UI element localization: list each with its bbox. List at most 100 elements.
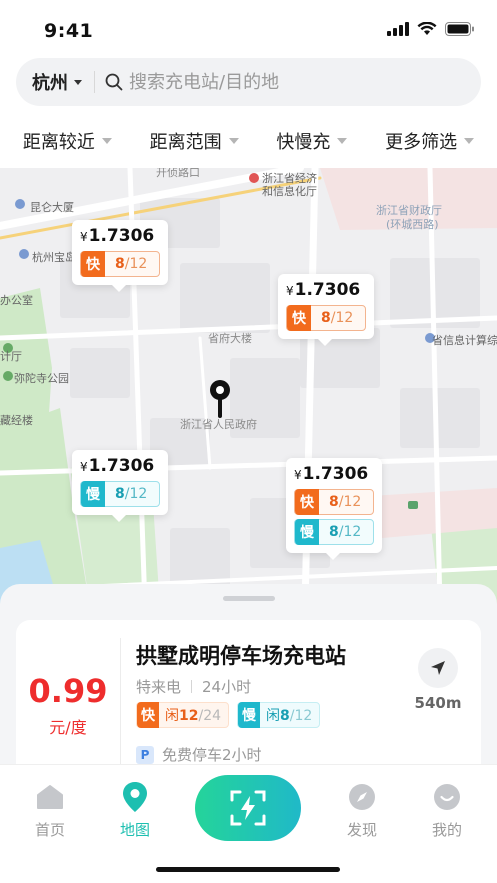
free-count: 8 [329,494,339,510]
slow-tag: 慢 [238,702,261,728]
price-value: 1.7306 [294,280,361,300]
filter-label: 快慢充 [276,132,331,153]
caret-down-icon [74,79,82,85]
map-label: 杭州宝岛 [32,251,76,264]
tab-discover[interactable]: 发现 [332,781,392,840]
filter-bar: 距离较近 距离范围 快慢充 更多筛选 [0,116,497,166]
tab-home[interactable]: 首页 [20,781,80,840]
wifi-icon [417,22,437,35]
total-count: /12 [289,708,313,724]
currency-symbol: ¥ [286,284,294,298]
price-value: 1.7306 [88,226,155,246]
search-field[interactable] [95,58,481,106]
parking-text: 免费停车2小时 [162,746,262,764]
filter-label: 距离范围 [149,132,222,153]
free-count: 8 [329,524,339,540]
slow-availability: 慢 闲8/12 [237,702,321,728]
navigate-button[interactable] [418,648,458,688]
slow-charger-chip: 慢 8/12 [294,519,374,545]
map-pin-icon [123,782,147,812]
station-name: 拱墅成明停车场充电站 [136,644,346,668]
search-icon [105,73,123,91]
price-value: 1.7306 [88,456,155,476]
fast-charger-chip: 快 8/12 [80,251,160,277]
filter-distance-sort[interactable]: 距离较近 [23,128,112,154]
fast-charger-chip: 快 8/12 [294,489,374,515]
drag-handle[interactable] [223,596,275,601]
scan-charge-button[interactable] [195,775,301,841]
scan-charge-icon [230,790,266,826]
fast-tag: 快 [137,702,159,728]
tab-mine[interactable]: 我的 [417,781,477,840]
free-count: 8 [115,486,125,502]
station-marker[interactable]: ¥1.7306 慢 8/12 [72,450,168,522]
total-count: /12 [330,310,354,326]
city-selector[interactable]: 杭州 [16,58,94,106]
fast-tag: 快 [295,489,319,515]
battery-icon [445,22,474,36]
map-label: 开侦路口 [156,168,200,179]
map-label: 弥陀寺公园 [14,372,69,385]
total-count: /12 [124,486,148,502]
fast-charger-chip: 快 8/12 [286,305,366,331]
caret-down-icon [464,138,475,144]
distance: 540m [414,694,462,712]
tab-bar: 首页 地图 发现 我的 [0,764,497,883]
station-meta: 特来电 24小时 [136,676,251,697]
fast-tag: 快 [287,305,311,331]
parking-info: P 免费停车2小时 [136,744,262,765]
fast-availability: 快 闲12/24 [136,702,230,728]
tab-label: 首页 [34,821,65,839]
operator: 特来电 [136,678,182,696]
search-input[interactable] [129,71,429,93]
filter-more[interactable]: 更多筛选 [385,128,475,154]
tab-map[interactable]: 地图 [105,781,165,840]
navigation-arrow-icon [431,661,445,675]
total-count: /12 [338,494,362,510]
caret-down-icon [337,138,348,144]
price-value: 1.7306 [302,464,369,484]
bottom-sheet: 0.99 元/度 拱墅成明停车场充电站 特来电 24小时 快 闲12/24 慢 … [0,584,497,790]
fast-tag: 快 [81,251,105,277]
compass-icon [349,784,375,810]
city-name: 杭州 [32,73,68,94]
map-label: (环城西路) [386,218,439,231]
currency-symbol: ¥ [80,460,88,474]
status-time: 9:41 [44,20,94,42]
marker-price: ¥1.7306 [80,456,160,476]
search-bar: 杭州 [16,58,481,106]
status-bar: 9:41 [0,0,497,56]
station-marker[interactable]: ¥1.7306 快 8/12 慢 8/12 [286,458,382,560]
price-unit: 元/度 [49,718,87,737]
free-count: 8 [321,310,331,326]
availability-chips: 快 闲12/24 慢 闲8/12 [136,702,321,728]
map-label: 办公室 [0,294,33,307]
smiley-icon [434,784,460,810]
parking-icon: P [136,745,154,764]
map-label: 藏经楼 [0,414,33,427]
map-label: 计厅 [0,350,22,363]
map-view[interactable]: 开侦路口 浙江省经济 和信息化厅 浙江省财政厅 (环城西路) 昆仑大厦 杭州宝岛… [0,168,497,608]
home-indicator [156,867,340,872]
marker-price: ¥1.7306 [294,464,374,484]
caret-down-icon [101,138,112,144]
station-marker[interactable]: ¥1.7306 快 8/12 [278,274,374,346]
filter-distance-range[interactable]: 距离范围 [150,128,239,154]
price-value: 0.99 [28,672,108,710]
currency-symbol: ¥ [294,468,302,482]
free-count: 12 [179,708,199,724]
free-count: 8 [280,708,290,724]
idle-label: 闲 [266,708,281,724]
slow-tag: 慢 [295,519,319,545]
status-icons [387,22,475,36]
filter-label: 距离较近 [22,132,95,153]
slow-tag: 慢 [81,481,105,507]
free-count: 8 [115,256,125,272]
station-marker[interactable]: ¥1.7306 快 8/12 [72,220,168,292]
filter-charge-speed[interactable]: 快慢充 [276,128,348,154]
marker-price: ¥1.7306 [80,226,160,246]
marker-price: ¥1.7306 [286,280,366,300]
location-pin-icon [210,380,230,418]
divider [120,638,121,768]
map-label: 省府大楼 [208,332,252,345]
